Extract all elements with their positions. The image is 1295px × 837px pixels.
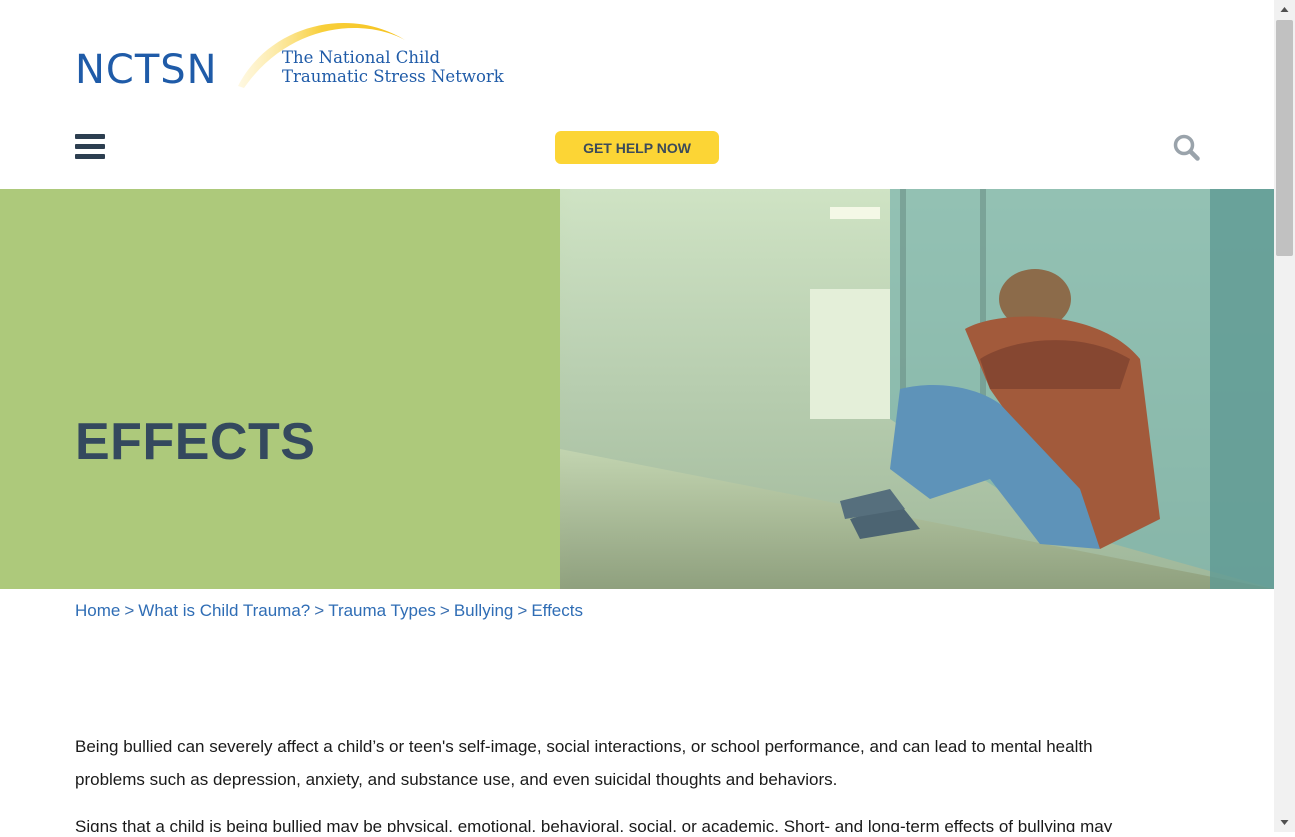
hero-banner	[0, 189, 1274, 589]
scroll-up-button[interactable]	[1274, 0, 1295, 20]
hero-image	[0, 189, 1274, 589]
main-content: Being bullied can severely affect a chil…	[75, 730, 1165, 832]
scrollbar-thumb[interactable]	[1276, 20, 1293, 256]
nctsn-logo[interactable]: NCTSN The National Child Traumatic Stres…	[75, 14, 504, 94]
search-button[interactable]	[1172, 133, 1202, 163]
menu-button[interactable]	[75, 134, 105, 160]
logo-wordmark: NCTSN	[75, 47, 218, 93]
intro-paragraph: Being bullied can severely affect a chil…	[75, 737, 1093, 789]
page-title: EFFECTS	[75, 413, 316, 471]
breadcrumb: Home > What is Child Trauma? > Trauma Types >…	[75, 601, 583, 621]
search-icon	[1173, 134, 1200, 161]
hamburger-icon	[75, 134, 105, 159]
scroll-down-button[interactable]	[1274, 812, 1295, 832]
breadcrumb-separator: >	[314, 601, 325, 620]
breadcrumb-separator: >	[517, 601, 528, 620]
breadcrumb-bullying[interactable]: Bullying	[454, 601, 514, 620]
page: NCTSN The National Child Traumatic Stres…	[0, 0, 1274, 832]
vertical-scrollbar[interactable]	[1274, 0, 1295, 832]
arrow-up-icon	[1280, 7, 1289, 12]
logo-org-name: The National Child Traumatic Stress Netw…	[282, 48, 504, 86]
get-help-now-button[interactable]: GET HELP NOW	[555, 131, 719, 164]
arrow-down-icon	[1280, 820, 1289, 825]
breadcrumb-effects[interactable]: Effects	[531, 601, 583, 620]
logo-name-line2: Traumatic Stress Network	[282, 67, 504, 86]
breadcrumb-home[interactable]: Home	[75, 601, 120, 620]
breadcrumb-separator: >	[124, 601, 135, 620]
breadcrumb-separator: >	[439, 601, 450, 620]
breadcrumb-trauma-types[interactable]: Trauma Types	[328, 601, 436, 620]
signs-paragraph: Signs that a child is being bullied may …	[75, 817, 1113, 832]
logo-name-line1: The National Child	[282, 48, 441, 67]
breadcrumb-what-is-child-trauma[interactable]: What is Child Trauma?	[138, 601, 310, 620]
